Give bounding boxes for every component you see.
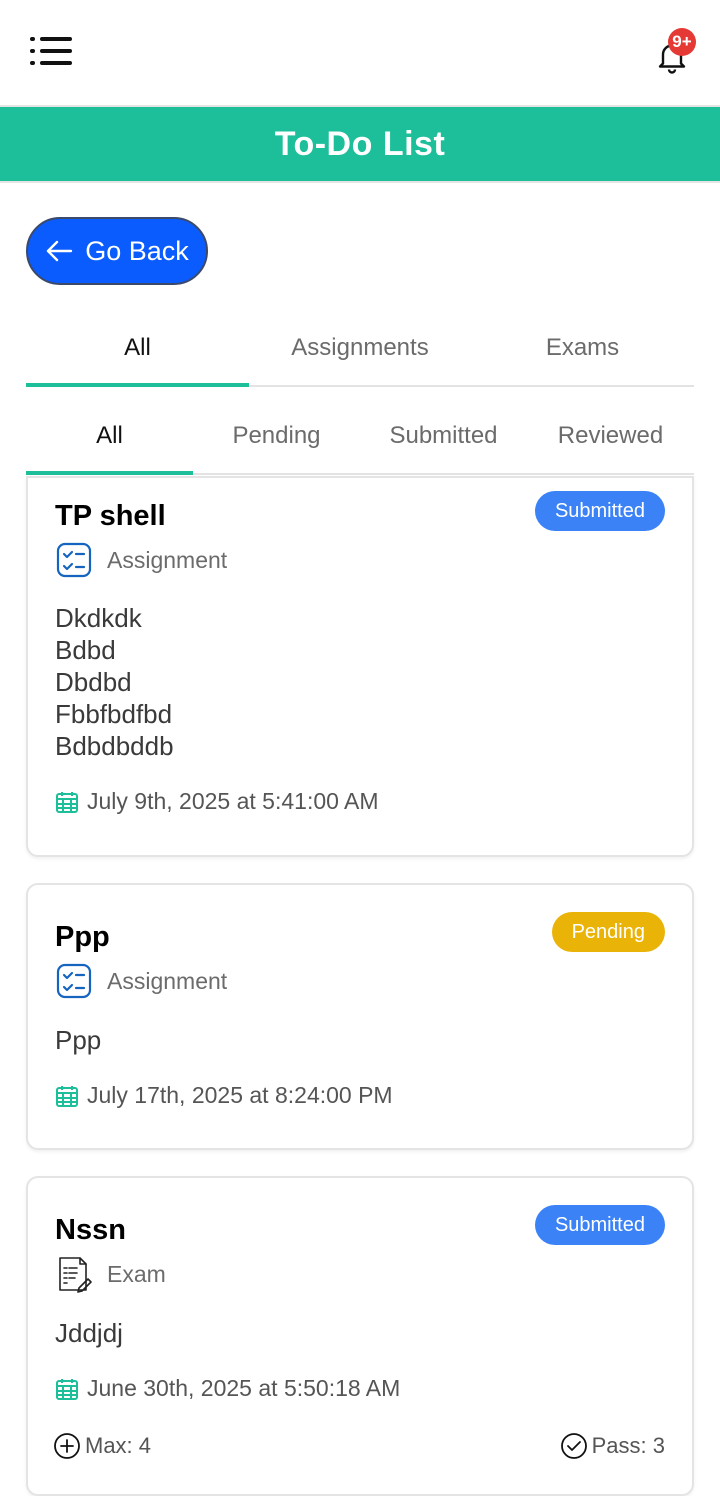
plus-circle-icon bbox=[54, 1433, 80, 1459]
card-type: Assignment bbox=[55, 962, 227, 1000]
status-tabs: All Pending Submitted Reviewed bbox=[26, 398, 694, 475]
tab-label: Submitted bbox=[389, 421, 498, 449]
max-score-text: Max: 4 bbox=[85, 1433, 152, 1458]
description-line: Ppp bbox=[55, 1025, 102, 1055]
description-line: Jddjdj bbox=[55, 1318, 123, 1348]
card-date-text: July 9th, 2025 at 5:41:00 AM bbox=[87, 788, 379, 814]
card-title: TP shell bbox=[55, 500, 166, 532]
card-type-label: Assignment bbox=[107, 967, 228, 994]
check-circle-icon bbox=[560, 1433, 587, 1459]
menu-button[interactable] bbox=[30, 34, 74, 70]
card-type: Exam bbox=[55, 1255, 166, 1293]
page-title: To-Do List bbox=[274, 124, 446, 163]
card-description: Dkdkdk Bdbd Dbdbd Fbbfbdfbd Bdbdbddb bbox=[55, 602, 174, 762]
tab-status-pending[interactable]: Pending bbox=[193, 398, 360, 473]
top-bar: 9+ bbox=[0, 0, 720, 105]
tab-exams[interactable]: Exams bbox=[471, 310, 694, 385]
page-header: To-Do List bbox=[0, 105, 720, 183]
tab-label: All bbox=[124, 333, 151, 361]
status-badge: Submitted bbox=[534, 491, 665, 531]
card-date: July 17th, 2025 at 8:24:00 PM bbox=[55, 1082, 393, 1109]
todo-card[interactable]: TP shell Submitted Assignment Dkdkdk Bdb… bbox=[26, 476, 694, 857]
go-back-button[interactable]: Go Back bbox=[26, 217, 208, 285]
tab-label: Assignments bbox=[291, 333, 429, 361]
card-date: July 9th, 2025 at 5:41:00 AM bbox=[55, 788, 379, 815]
category-tabs: All Assignments Exams bbox=[26, 310, 694, 387]
description-line: Fbbfbdfbd bbox=[55, 699, 173, 729]
card-title: Nssn bbox=[55, 1214, 126, 1246]
tab-status-all[interactable]: All bbox=[26, 398, 193, 475]
tab-status-submitted[interactable]: Submitted bbox=[360, 398, 527, 473]
card-title: Ppp bbox=[55, 921, 110, 953]
exam-sheet-icon bbox=[59, 1257, 92, 1293]
tab-label: Pending bbox=[232, 421, 321, 449]
tab-label: Reviewed bbox=[557, 421, 664, 449]
notifications-button[interactable]: 9+ bbox=[652, 28, 696, 76]
tab-label: Exams bbox=[545, 333, 620, 361]
calendar-icon bbox=[56, 1085, 78, 1107]
card-date: June 30th, 2025 at 5:50:18 AM bbox=[55, 1375, 400, 1402]
card-type: Assignment bbox=[55, 541, 227, 579]
card-type-label: Exam bbox=[107, 1260, 166, 1287]
card-date-text: June 30th, 2025 at 5:50:18 AM bbox=[87, 1375, 401, 1401]
status-badge: Pending bbox=[551, 912, 665, 952]
card-type-label: Assignment bbox=[107, 546, 228, 573]
go-back-label: Go Back bbox=[85, 235, 189, 266]
description-line: Bdbd bbox=[55, 635, 116, 665]
max-score: Max: 4 bbox=[53, 1432, 151, 1460]
checklist-icon bbox=[56, 963, 92, 999]
active-tab-indicator bbox=[26, 383, 249, 387]
card-date-text: July 17th, 2025 at 8:24:00 PM bbox=[87, 1082, 393, 1108]
card-description: Ppp bbox=[55, 1024, 101, 1056]
description-line: Bdbdbddb bbox=[55, 731, 174, 761]
card-description: Jddjdj bbox=[55, 1317, 123, 1349]
calendar-icon bbox=[56, 1378, 78, 1400]
status-badge: Submitted bbox=[534, 1205, 665, 1245]
tab-all[interactable]: All bbox=[26, 310, 249, 387]
active-tab-indicator bbox=[26, 471, 193, 475]
todo-card[interactable]: Nssn Submitted Exam Jddjdj June 30th, 20… bbox=[26, 1176, 694, 1496]
notification-count-badge: 9+ bbox=[668, 28, 696, 56]
tab-status-reviewed[interactable]: Reviewed bbox=[527, 398, 694, 473]
tab-assignments[interactable]: Assignments bbox=[249, 310, 471, 385]
description-line: Dkdkdk bbox=[55, 603, 142, 633]
tab-label: All bbox=[96, 421, 123, 449]
checklist-icon bbox=[56, 542, 92, 578]
arrow-left-icon bbox=[47, 240, 73, 262]
calendar-icon bbox=[56, 791, 78, 813]
pass-score-text: Pass: 3 bbox=[591, 1433, 665, 1458]
pass-score: Pass: 3 bbox=[560, 1432, 665, 1460]
todo-card[interactable]: Ppp Pending Assignment Ppp July 17th, 20… bbox=[26, 883, 694, 1150]
description-line: Dbdbd bbox=[55, 667, 132, 697]
